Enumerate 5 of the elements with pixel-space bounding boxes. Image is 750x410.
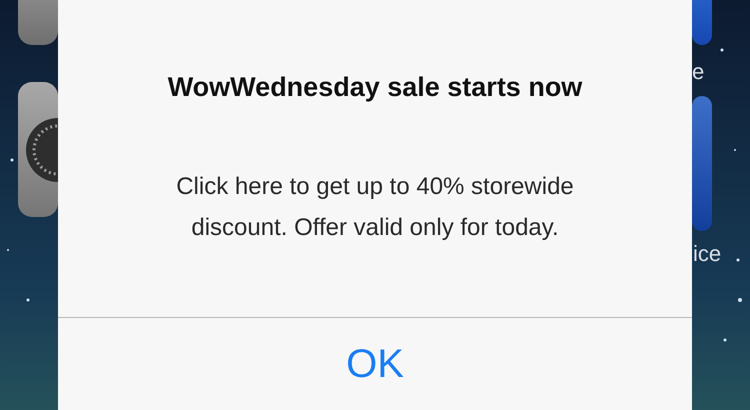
ok-button[interactable]: OK: [58, 318, 692, 410]
alert-title: WowWednesday sale starts now: [168, 71, 582, 104]
alert-message: Click here to get up to 40% storewide discount. Offer valid only for today.: [175, 172, 575, 243]
app-label: e: [692, 59, 704, 85]
app-label: ice: [693, 241, 722, 267]
